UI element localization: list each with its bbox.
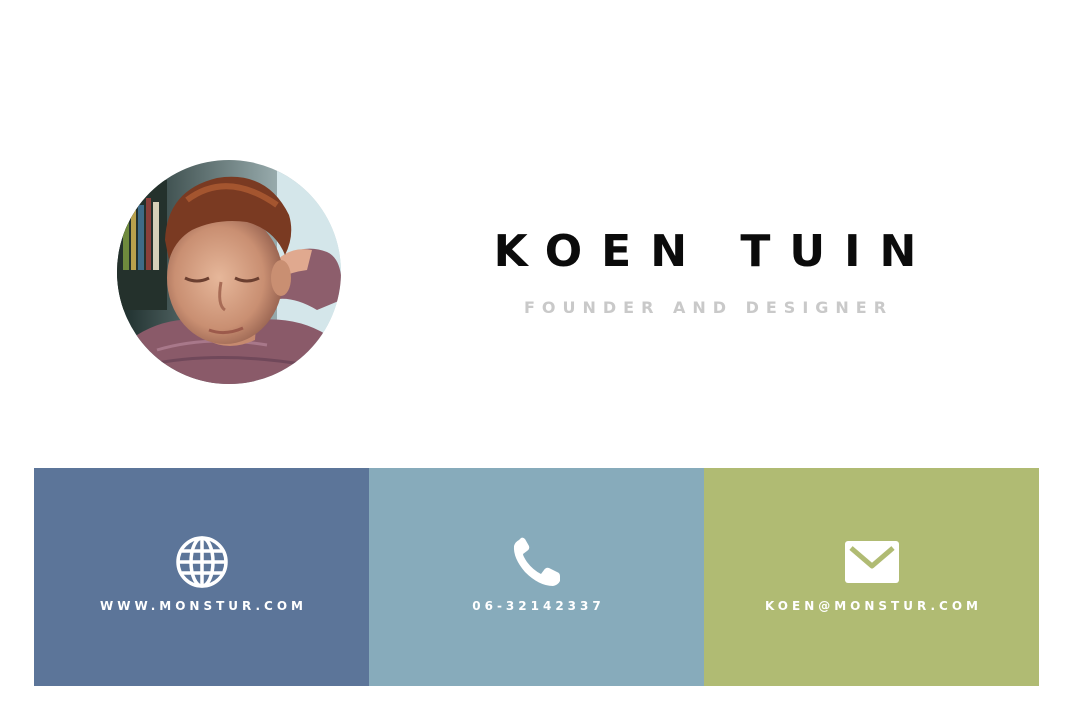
identity-block: KOEN TUIN FOUNDER AND DESIGNER xyxy=(430,222,980,317)
email-label: KOEN@MONSTUR.COM xyxy=(765,599,982,613)
business-card: KOEN TUIN FOUNDER AND DESIGNER WWW.MONST… xyxy=(0,0,1075,720)
avatar xyxy=(117,160,341,384)
phone-label: 06-32142337 xyxy=(472,599,605,613)
phone-icon xyxy=(509,534,565,590)
website-label: WWW.MONSTUR.COM xyxy=(99,599,308,613)
phone-tile[interactable]: 06-32142337 xyxy=(369,468,704,686)
profile-photo xyxy=(117,160,341,384)
envelope-icon xyxy=(844,534,900,590)
website-tile[interactable]: WWW.MONSTUR.COM xyxy=(34,468,369,686)
email-tile[interactable]: KOEN@MONSTUR.COM xyxy=(704,468,1039,686)
contact-strip: WWW.MONSTUR.COM 06-32142337 KOEN@MONSTUR… xyxy=(34,468,1039,686)
person-role: FOUNDER AND DESIGNER xyxy=(523,298,894,317)
person-name: KOEN TUIN xyxy=(493,226,936,277)
globe-icon xyxy=(174,534,230,590)
